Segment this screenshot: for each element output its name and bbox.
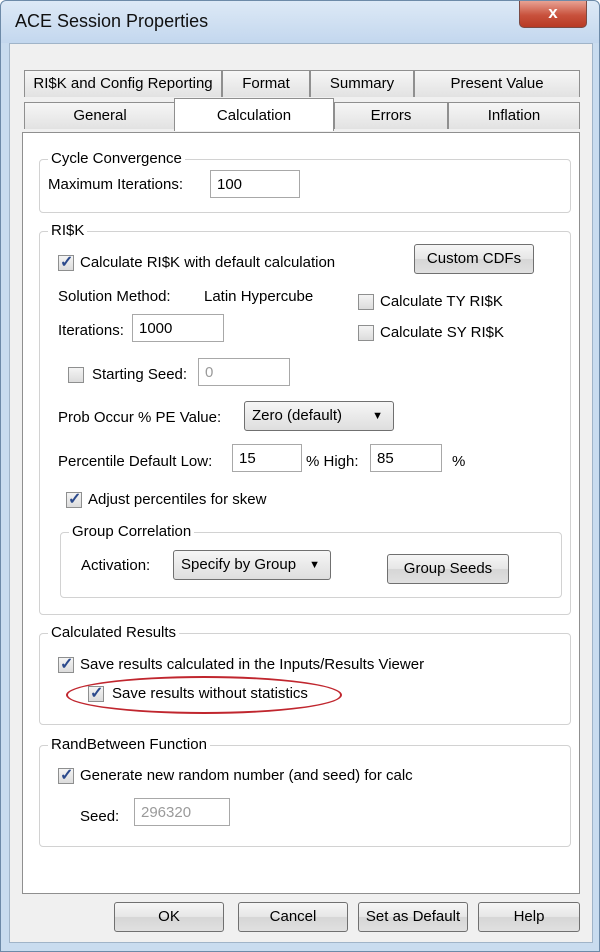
prob-occur-selected-value: Zero (default) xyxy=(252,407,343,424)
adjust-percentiles-checkbox[interactable] xyxy=(66,489,82,509)
chevron-down-icon: ▼ xyxy=(372,410,383,422)
starting-seed-input[interactable]: 0 xyxy=(198,358,290,386)
percentile-low-label: Percentile Default Low: xyxy=(58,453,213,470)
calculation-tab-panel: Cycle Convergence Maximum Iterations: 10… xyxy=(22,132,580,894)
tab-calculation[interactable]: Calculation xyxy=(174,98,334,131)
window-title: ACE Session Properties xyxy=(15,11,209,31)
calc-ty-risk-checkbox[interactable] xyxy=(358,294,374,310)
seed-input[interactable]: 296320 xyxy=(134,798,230,826)
risk-legend: RI$K xyxy=(48,222,88,239)
calculated-results-legend: Calculated Results xyxy=(48,624,180,641)
tab-format[interactable]: Format xyxy=(222,70,310,97)
highlight-ellipse xyxy=(66,676,342,714)
max-iterations-input[interactable]: 100 xyxy=(210,170,300,198)
close-icon: x xyxy=(548,3,558,22)
dialog-client-area: RI$K and Config Reporting Format Summary… xyxy=(9,43,593,943)
prob-occur-select[interactable]: Zero (default) ▼ xyxy=(244,401,394,431)
solution-method-value: Latin Hypercube xyxy=(204,288,314,305)
starting-seed-checkbox[interactable] xyxy=(68,367,84,383)
percentile-low-input[interactable]: 15 xyxy=(232,444,302,472)
set-as-default-button[interactable]: Set as Default xyxy=(358,902,468,932)
randbetween-group: RandBetween Function Generate new random… xyxy=(39,736,571,847)
tab-inflation[interactable]: Inflation xyxy=(448,102,580,129)
iterations-label: Iterations: xyxy=(58,322,124,339)
tab-row-2: General Calculation Errors Inflation xyxy=(24,98,580,131)
calculated-results-group: Calculated Results Save results calculat… xyxy=(39,624,571,725)
activation-selected-value: Specify by Group xyxy=(181,556,297,573)
dialog-window: ACE Session Properties x RI$K and Config… xyxy=(0,0,600,952)
seed-label: Seed: xyxy=(80,808,120,825)
starting-seed-label: Starting Seed: xyxy=(92,366,188,383)
tab-general[interactable]: General xyxy=(24,102,176,129)
save-results-label: Save results calculated in the Inputs/Re… xyxy=(80,656,425,673)
help-button[interactable]: Help xyxy=(478,902,580,932)
prob-occur-label: Prob Occur % PE Value: xyxy=(58,409,222,426)
randbetween-legend: RandBetween Function xyxy=(48,736,210,753)
cycle-convergence-group: Cycle Convergence Maximum Iterations: 10… xyxy=(39,150,571,213)
tab-present-value[interactable]: Present Value xyxy=(414,70,580,97)
tab-summary[interactable]: Summary xyxy=(310,70,414,97)
generate-random-label: Generate new random number (and seed) fo… xyxy=(80,767,413,784)
cancel-button[interactable]: Cancel xyxy=(238,902,348,932)
ok-button[interactable]: OK xyxy=(114,902,224,932)
activation-label: Activation: xyxy=(81,557,151,574)
risk-group: RI$K Calculate RI$K with default calcula… xyxy=(39,222,571,615)
cycle-convergence-legend: Cycle Convergence xyxy=(48,150,185,167)
tab-risk-config-reporting[interactable]: RI$K and Config Reporting xyxy=(24,70,222,97)
solution-method-label: Solution Method: xyxy=(58,288,171,305)
tab-errors[interactable]: Errors xyxy=(334,102,448,129)
calc-risk-default-checkbox[interactable] xyxy=(58,252,74,272)
group-correlation-legend: Group Correlation xyxy=(69,523,195,540)
calc-sy-risk-checkbox[interactable] xyxy=(358,325,374,341)
group-correlation-group: Group Correlation Activation: Specify by… xyxy=(60,523,562,598)
title-bar: ACE Session Properties x xyxy=(1,1,599,43)
generate-random-checkbox[interactable] xyxy=(58,765,74,785)
activation-select[interactable]: Specify by Group ▼ xyxy=(173,550,331,580)
close-button[interactable]: x xyxy=(519,1,587,28)
chevron-down-icon: ▼ xyxy=(309,559,320,571)
group-seeds-button[interactable]: Group Seeds xyxy=(387,554,509,584)
calc-risk-default-label: Calculate RI$K with default calculation xyxy=(80,254,336,271)
calc-ty-risk-label: Calculate TY RI$K xyxy=(380,293,503,310)
adjust-percentiles-label: Adjust percentiles for skew xyxy=(88,491,267,508)
percent-suffix: % xyxy=(452,453,466,470)
calc-sy-risk-label: Calculate SY RI$K xyxy=(380,324,504,341)
iterations-input[interactable]: 1000 xyxy=(132,314,224,342)
max-iterations-label: Maximum Iterations: xyxy=(48,176,184,193)
percentile-high-label: % High: xyxy=(306,453,359,470)
tab-row-1: RI$K and Config Reporting Format Summary… xyxy=(24,70,580,98)
save-results-checkbox[interactable] xyxy=(58,654,74,674)
percentile-high-input[interactable]: 85 xyxy=(370,444,442,472)
custom-cdfs-button[interactable]: Custom CDFs xyxy=(414,244,534,274)
